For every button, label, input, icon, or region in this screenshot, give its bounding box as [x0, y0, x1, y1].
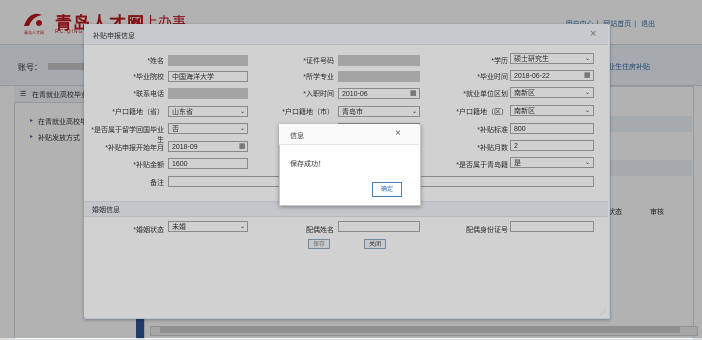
message-title: 信息 — [290, 133, 304, 140]
message-text: 保存成功！ — [290, 161, 325, 168]
ok-button[interactable]: 确定 — [372, 182, 402, 197]
close-icon[interactable]: × — [395, 128, 401, 139]
